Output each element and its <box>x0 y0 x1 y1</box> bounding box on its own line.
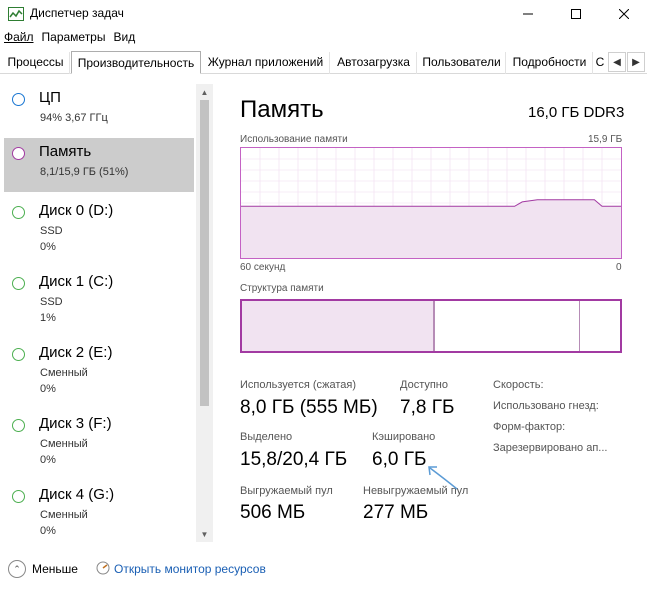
chevron-up-icon: ▲ <box>200 87 209 97</box>
sidebar-item-type: Сменный <box>40 509 88 521</box>
sidebar-item-type: Сменный <box>40 367 88 379</box>
fewer-details-button[interactable]: ⌃ <box>8 560 26 578</box>
cpu-indicator-icon <box>12 93 25 106</box>
speed-label: Скорость: <box>493 379 544 391</box>
sidebar-item-disk3[interactable]: Диск 3 (F:) Сменный 0% <box>4 410 194 478</box>
memory-usage-area <box>241 199 621 258</box>
scrollbar-thumb[interactable] <box>200 100 209 406</box>
cached-value: 6,0 ГБ <box>372 449 427 470</box>
slots-used-label: Использовано гнезд: <box>493 400 599 412</box>
annotation-arrow-icon <box>428 466 458 490</box>
tab-app-history[interactable]: Журнал приложений <box>202 52 330 74</box>
hardware-reserved-label: Зарезервировано ап... <box>493 442 608 454</box>
in-use-label: Используется (сжатая) <box>240 379 357 391</box>
sidebar-item-title: ЦП <box>39 89 61 106</box>
sidebar-item-title: Диск 0 (D:) <box>39 202 114 219</box>
disk-indicator-icon <box>12 419 25 432</box>
minimize-icon <box>523 13 533 15</box>
chart-time-left: 60 секунд <box>240 262 286 273</box>
structure-standby-segment <box>437 301 581 351</box>
sidebar-item-detail: 94% 3,67 ГГц <box>40 112 108 124</box>
sidebar-item-disk2[interactable]: Диск 2 (E:) Сменный 0% <box>4 339 194 407</box>
sidebar-item-disk0[interactable]: Диск 0 (D:) SSD 0% <box>4 197 194 265</box>
open-resource-monitor-link[interactable]: Открыть монитор ресурсов <box>114 562 266 576</box>
tab-processes[interactable]: Процессы <box>2 52 70 74</box>
close-button[interactable] <box>601 0 647 28</box>
chevron-left-icon: ◀ <box>613 56 621 68</box>
sidebar-item-usage: 0% <box>40 383 56 395</box>
structure-label: Структура памяти <box>240 283 324 294</box>
disk-indicator-icon <box>12 277 25 290</box>
chart-time-right: 0 <box>616 262 622 273</box>
chevron-up-icon: ⌃ <box>13 563 21 574</box>
sidebar-item-disk1[interactable]: Диск 1 (C:) SSD 1% <box>4 268 194 336</box>
memory-structure-bar <box>240 299 622 353</box>
tab-bar: Процессы Производительность Журнал прило… <box>0 51 647 74</box>
sidebar-item-usage: 0% <box>40 525 56 537</box>
sidebar-item-memory[interactable]: Память 8,1/15,9 ГБ (51%) <box>4 138 194 192</box>
structure-in-use-segment <box>242 301 435 351</box>
disk-indicator-icon <box>12 490 25 503</box>
minimize-button[interactable] <box>505 0 551 28</box>
sidebar-item-title: Диск 1 (C:) <box>39 273 114 290</box>
close-icon <box>619 9 629 19</box>
available-value: 7,8 ГБ <box>400 397 455 418</box>
sidebar-item-type: SSD <box>40 296 63 308</box>
sidebar-item-title: Память <box>39 143 92 160</box>
sidebar-item-disk4[interactable]: Диск 4 (G:) Сменный 0% <box>4 481 194 542</box>
scroll-up-button[interactable]: ▲ <box>196 84 213 100</box>
sidebar-item-detail: 8,1/15,9 ГБ (51%) <box>40 166 129 178</box>
memory-usage-chart <box>240 147 622 259</box>
maximize-icon <box>571 9 581 19</box>
memory-spec: 16,0 ГБ DDR3 <box>528 104 625 121</box>
sidebar-item-title: Диск 4 (G:) <box>39 486 115 503</box>
page-title: Память <box>240 96 324 123</box>
fewer-details-label[interactable]: Меньше <box>32 562 78 576</box>
available-label: Доступно <box>400 379 449 391</box>
tab-scroll-left-button[interactable]: ◀ <box>608 52 626 72</box>
memory-usage-graph <box>241 148 621 258</box>
sidebar-item-type: SSD <box>40 225 63 237</box>
resource-monitor-icon <box>96 561 110 575</box>
committed-value: 15,8/20,4 ГБ <box>240 449 348 470</box>
disk-indicator-icon <box>12 348 25 361</box>
menu-options[interactable]: Параметры <box>38 28 110 46</box>
scroll-down-button[interactable]: ▼ <box>196 526 213 542</box>
tab-startup[interactable]: Автозагрузка <box>331 52 417 74</box>
committed-label: Выделено <box>240 431 293 443</box>
window-title: Диспетчер задач <box>30 6 124 20</box>
tab-users[interactable]: Пользователи <box>418 52 506 74</box>
chevron-right-icon: ▶ <box>632 56 640 68</box>
sidebar-scrollbar[interactable]: ▲ ▼ <box>196 84 213 542</box>
tab-performance[interactable]: Производительность <box>71 51 201 74</box>
performance-sidebar: ЦП 94% 3,67 ГГц Память 8,1/15,9 ГБ (51%)… <box>4 84 212 542</box>
paged-pool-value: 506 МБ <box>240 502 306 523</box>
menu-bar: Файл Параметры Вид <box>0 28 139 46</box>
sidebar-item-usage: 0% <box>40 454 56 466</box>
paged-pool-label: Выгружаемый пул <box>240 485 333 497</box>
task-manager-app-icon <box>8 7 24 21</box>
menu-file[interactable]: Файл <box>0 28 38 46</box>
nonpaged-pool-value: 277 МБ <box>363 502 429 523</box>
in-use-value: 8,0 ГБ (555 МБ) <box>240 397 378 418</box>
memory-indicator-icon <box>12 147 25 160</box>
sidebar-item-title: Диск 3 (F:) <box>39 415 112 432</box>
tab-details[interactable]: Подробности <box>507 52 593 74</box>
sidebar-item-title: Диск 2 (E:) <box>39 344 113 361</box>
sidebar-item-usage: 0% <box>40 241 56 253</box>
disk-indicator-icon <box>12 206 25 219</box>
sidebar-item-type: Сменный <box>40 438 88 450</box>
maximize-button[interactable] <box>553 0 599 28</box>
menu-view[interactable]: Вид <box>109 28 139 46</box>
usage-chart-label: Использование памяти <box>240 134 348 145</box>
usage-chart-max: 15,9 ГБ <box>588 134 623 145</box>
tab-services-partial[interactable]: С <box>594 52 606 74</box>
title-bar: Диспетчер задач <box>0 0 647 28</box>
sidebar-item-usage: 1% <box>40 312 56 324</box>
form-factor-label: Форм-фактор: <box>493 421 566 433</box>
cached-label: Кэшировано <box>372 431 436 443</box>
chevron-down-icon: ▼ <box>200 529 209 539</box>
tab-scroll-right-button[interactable]: ▶ <box>627 52 645 72</box>
